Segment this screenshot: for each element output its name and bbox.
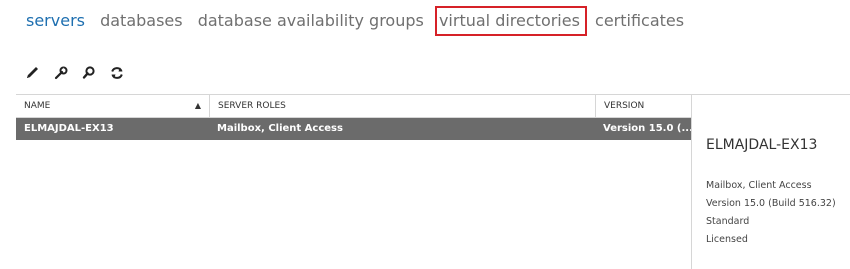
refresh-icon[interactable]	[108, 64, 126, 82]
table-header: NAME ▲ SERVER ROLES VERSION	[16, 94, 691, 118]
tab-certificates[interactable]: certificates	[595, 11, 684, 31]
pencil-icon[interactable]	[24, 64, 42, 82]
cell-server-roles: Mailbox, Client Access	[217, 123, 343, 134]
sort-ascending-icon: ▲	[194, 101, 201, 110]
toolbar	[24, 64, 126, 82]
tab-servers[interactable]: servers	[26, 11, 85, 31]
cell-name: ELMAJDAL-EX13	[24, 123, 114, 134]
column-header-version[interactable]: VERSION	[595, 95, 691, 117]
tab-virtual-directories[interactable]: virtual directories	[434, 6, 587, 36]
details-title: ELMAJDAL-EX13	[706, 137, 818, 153]
details-edition: Standard	[706, 216, 750, 227]
details-license: Licensed	[706, 234, 748, 245]
details-version: Version 15.0 (Build 516.32)	[706, 198, 836, 209]
cell-version: Version 15.0 (...	[603, 123, 691, 134]
column-header-server-roles[interactable]: SERVER ROLES	[209, 95, 595, 117]
details-roles: Mailbox, Client Access	[706, 180, 812, 191]
wrench-icon[interactable]	[52, 64, 70, 82]
details-pane: ELMAJDAL-EX13 Mailbox, Client Access Ver…	[691, 94, 850, 269]
details-lines: Mailbox, Client Access Version 15.0 (Bui…	[706, 177, 836, 249]
table-row[interactable]: ELMAJDAL-EX13 Mailbox, Client Access Ver…	[16, 118, 691, 140]
tab-databases[interactable]: databases	[100, 11, 183, 31]
top-navigation-tabs: servers databases database availability …	[26, 6, 694, 36]
servers-table: NAME ▲ SERVER ROLES VERSION ELMAJDAL-EX1…	[16, 94, 691, 269]
column-header-name[interactable]: NAME ▲	[16, 95, 209, 117]
search-icon[interactable]	[80, 64, 98, 82]
tab-database-availability-groups[interactable]: database availability groups	[198, 11, 424, 31]
